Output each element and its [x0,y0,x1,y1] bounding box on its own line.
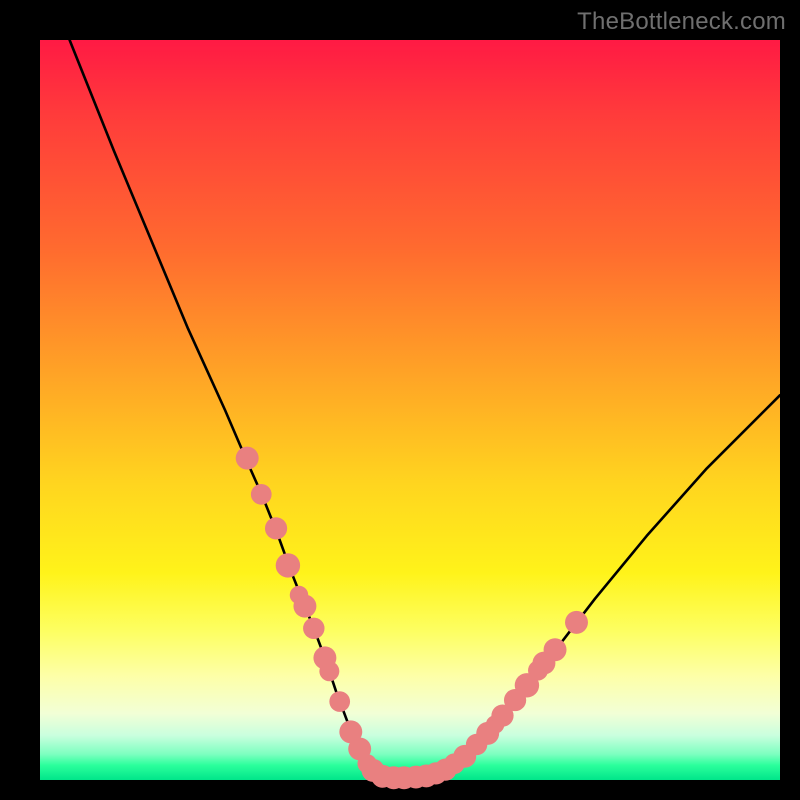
data-marker [303,618,324,639]
marker-group [236,447,588,790]
plot-area [40,40,780,780]
chart-svg [40,40,780,780]
curve-line [70,40,780,778]
data-marker [236,447,259,470]
data-marker [251,484,272,505]
data-marker [276,553,300,577]
data-marker [329,691,350,712]
data-marker [265,517,287,539]
data-marker [293,595,316,618]
watermark-text: TheBottleneck.com [577,8,786,36]
data-marker [319,661,339,681]
data-marker [544,638,567,661]
chart-frame: TheBottleneck.com [0,0,800,800]
data-marker [565,611,588,634]
